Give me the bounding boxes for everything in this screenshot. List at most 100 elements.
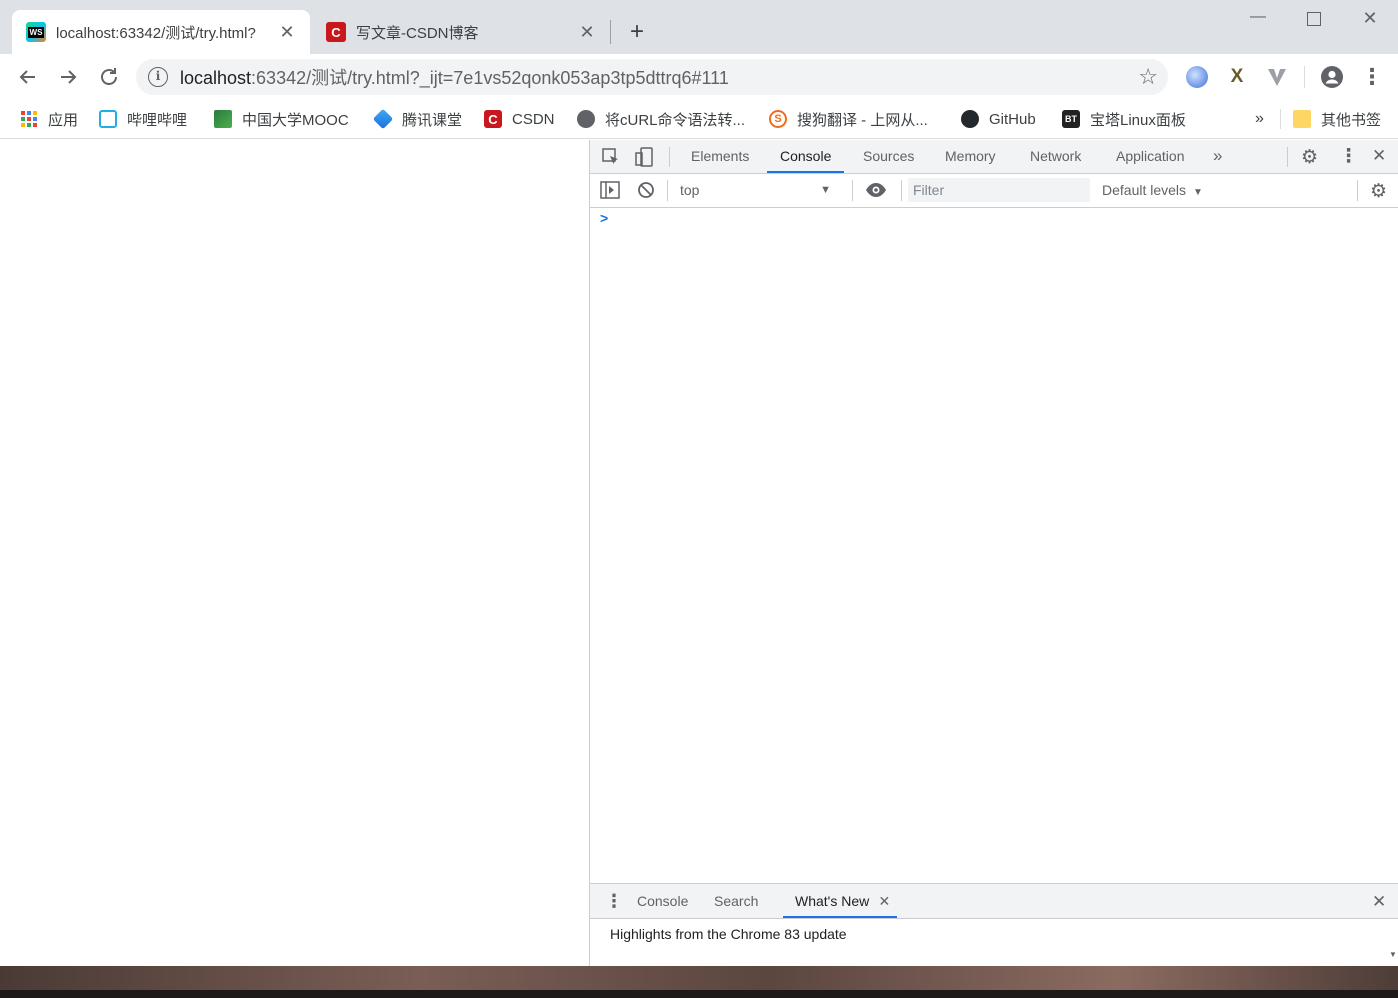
- address-bar[interactable]: i localhost:63342/测试/try.html?_ijt=7e1vs…: [136, 59, 1168, 95]
- console-output[interactable]: >: [590, 208, 1398, 882]
- browser-window: WS localhost:63342/测试/try.html? ✕ C 写文章-…: [0, 0, 1398, 966]
- clear-console-button[interactable]: [637, 181, 655, 204]
- chrome-menu-icon[interactable]: ⋮: [1359, 64, 1385, 90]
- inspect-element-button[interactable]: [602, 148, 620, 171]
- sogou-icon: S: [769, 110, 787, 128]
- site-info-icon[interactable]: i: [148, 67, 168, 87]
- minimize-button[interactable]: —: [1235, 8, 1281, 32]
- bookmark-label: 宝塔Linux面板: [1090, 111, 1186, 129]
- log-levels-dropdown[interactable]: Default levels ▼: [1102, 174, 1203, 207]
- tab-localhost[interactable]: WS localhost:63342/测试/try.html? ✕: [12, 10, 310, 54]
- device-icon: [635, 147, 653, 167]
- tab-network[interactable]: Network: [1017, 140, 1094, 173]
- tab-title: 写文章-CSDN博客: [356, 24, 479, 42]
- extension-blue-icon[interactable]: [1186, 66, 1208, 88]
- divider: [1287, 147, 1288, 167]
- tab-console[interactable]: Console: [767, 140, 845, 173]
- drawer-tab-bar: ⋮ Console Search What's New ✕ ✕: [590, 884, 1398, 919]
- bookmark-apps[interactable]: 应用: [20, 107, 78, 131]
- customize-menu-icon[interactable]: ⋮: [1339, 145, 1358, 168]
- dropdown-arrow-icon: ▼: [820, 184, 831, 196]
- sidebar-toggle-button[interactable]: [600, 181, 620, 204]
- globe-icon: [577, 110, 595, 128]
- folder-icon: [1293, 110, 1311, 128]
- bookmark-label: GitHub: [989, 110, 1036, 128]
- live-expression-button[interactable]: [865, 182, 887, 203]
- back-arrow-icon: [19, 70, 35, 84]
- drawer-tab-label: What's New: [795, 893, 870, 909]
- context-label: top: [680, 182, 700, 198]
- bookmark-star-icon[interactable]: ☆: [1138, 64, 1158, 90]
- divider: [667, 180, 668, 201]
- bookmarks-overflow-button[interactable]: »: [1255, 107, 1264, 131]
- sidebar-icon: [600, 181, 620, 199]
- tab-title: localhost:63342/测试/try.html?: [56, 24, 256, 42]
- more-tabs-chevron-icon[interactable]: »: [1213, 146, 1222, 166]
- close-tab-icon[interactable]: ✕: [879, 884, 891, 918]
- csdn-icon: C: [326, 22, 346, 42]
- scroll-down-arrow-icon[interactable]: ▼: [1389, 950, 1397, 959]
- divider: [669, 147, 670, 167]
- bookmark-csdn[interactable]: C CSDN: [484, 107, 555, 131]
- tab-sources[interactable]: Sources: [850, 140, 927, 173]
- bookmarks-bar: 应用 哔哩哔哩 中国大学MOOC 腾讯课堂 C CSDN 将cURL命令语法转.…: [0, 100, 1398, 139]
- bookmark-curl[interactable]: 将cURL命令语法转...: [577, 107, 745, 131]
- close-devtools-icon[interactable]: ✕: [1372, 146, 1386, 166]
- new-tab-button[interactable]: +: [624, 20, 650, 46]
- settings-gear-icon[interactable]: ⚙: [1301, 146, 1318, 169]
- console-toolbar: top ▼ Filter Default levels ▼ ⚙: [590, 174, 1398, 208]
- bookmark-other-folder[interactable]: 其他书签: [1293, 107, 1381, 131]
- bookmark-github[interactable]: GitHub: [961, 107, 1036, 131]
- forward-button[interactable]: [55, 64, 81, 90]
- page-content[interactable]: [0, 140, 589, 966]
- reload-icon: [101, 68, 117, 85]
- url-text[interactable]: localhost:63342/测试/try.html?_ijt=7e1vs52…: [180, 64, 729, 90]
- log-levels-label: Default levels: [1102, 182, 1187, 198]
- toolbar: i localhost:63342/测试/try.html?_ijt=7e1vs…: [0, 54, 1398, 100]
- close-drawer-icon[interactable]: ✕: [1372, 892, 1386, 912]
- close-window-button[interactable]: ✕: [1347, 8, 1393, 32]
- context-selector[interactable]: top ▼: [669, 174, 839, 207]
- bookmark-label: CSDN: [512, 110, 555, 128]
- tencent-classroom-icon: [372, 108, 394, 130]
- bookmark-label: 应用: [48, 111, 79, 129]
- tab-application[interactable]: Application: [1103, 140, 1198, 173]
- close-tab-icon[interactable]: ✕: [278, 22, 296, 43]
- tab-csdn[interactable]: C 写文章-CSDN博客 ✕: [312, 10, 610, 54]
- drawer-tab-console[interactable]: Console: [625, 884, 700, 918]
- forward-arrow-icon: [61, 70, 77, 84]
- extension-x-icon[interactable]: X: [1226, 66, 1248, 88]
- drawer-tab-whats-new[interactable]: What's New ✕: [783, 884, 898, 918]
- bookmark-mooc[interactable]: 中国大学MOOC: [214, 107, 349, 131]
- bookmark-label: 其他书签: [1321, 111, 1382, 129]
- bookmark-sogou[interactable]: S 搜狗翻译 - 上网从...: [769, 107, 928, 131]
- apps-grid-icon: [20, 110, 38, 128]
- extension-v-icon[interactable]: [1266, 66, 1288, 88]
- drawer-tab-search[interactable]: Search: [702, 884, 770, 918]
- bookmark-bt[interactable]: BT 宝塔Linux面板: [1062, 107, 1186, 131]
- console-settings-gear-icon[interactable]: ⚙: [1370, 180, 1387, 203]
- tab-elements[interactable]: Elements: [678, 140, 762, 173]
- taskbar: [0, 990, 1398, 998]
- back-button[interactable]: [15, 64, 41, 90]
- inspect-cursor-icon: [602, 148, 618, 164]
- whats-new-message: Highlights from the Chrome 83 update: [610, 926, 847, 942]
- divider: [852, 180, 853, 201]
- bookmark-label: 搜狗翻译 - 上网从...: [797, 111, 928, 129]
- dropdown-arrow-icon: ▼: [1192, 187, 1203, 198]
- device-toolbar-button[interactable]: [635, 147, 653, 172]
- reload-button[interactable]: [96, 64, 122, 90]
- divider: [1357, 180, 1358, 201]
- webstorm-icon: WS: [26, 22, 46, 42]
- bt-icon: BT: [1062, 110, 1080, 128]
- maximize-icon: [1307, 12, 1321, 26]
- bookmark-tencent-classroom[interactable]: 腾讯课堂: [372, 107, 462, 131]
- console-filter-input[interactable]: Filter: [908, 178, 1090, 202]
- console-prompt-icon[interactable]: >: [600, 210, 608, 226]
- bookmark-bilibili[interactable]: 哔哩哔哩: [99, 107, 187, 131]
- maximize-button[interactable]: [1291, 8, 1337, 32]
- tab-memory[interactable]: Memory: [932, 140, 1009, 173]
- profile-avatar-icon[interactable]: [1321, 66, 1343, 88]
- drawer-menu-icon[interactable]: ⋮: [605, 891, 623, 912]
- close-tab-icon[interactable]: ✕: [578, 22, 596, 43]
